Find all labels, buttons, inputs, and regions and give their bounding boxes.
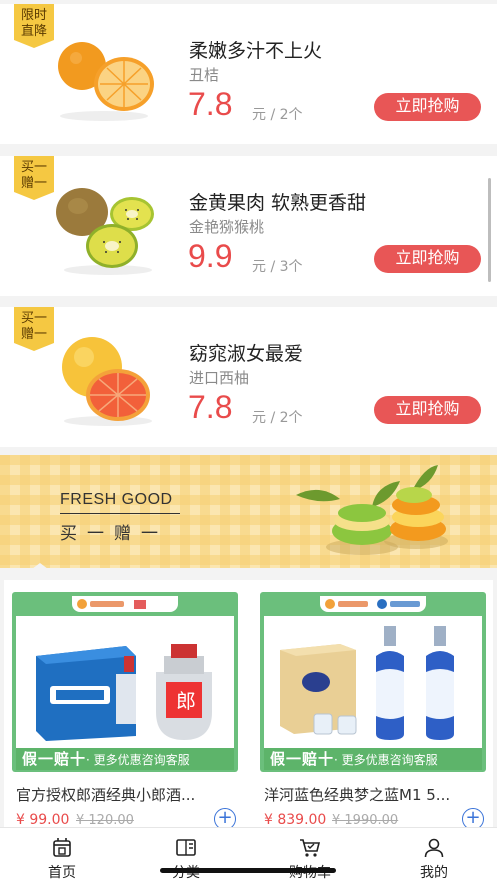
brand-logo bbox=[72, 596, 178, 612]
kiwi-icon bbox=[56, 188, 154, 275]
liquor-gift-set-illustration bbox=[280, 626, 454, 740]
promo-banner[interactable]: FRESH GOOD 买一赠一 bbox=[0, 455, 497, 568]
buy-now-button[interactable]: 立即抢购 bbox=[374, 245, 481, 273]
grid-original-price: ¥ 1990.00 bbox=[332, 813, 399, 828]
grid-product-card[interactable]: 郎 假一赔十· 更多优惠咨询客服 官方授权郎酒经典小郎酒... ¥ 99.00 … bbox=[12, 592, 238, 830]
orange-icon bbox=[58, 42, 154, 121]
product-title: 柔嫩多汁不上火 bbox=[189, 40, 323, 62]
category-icon bbox=[176, 839, 196, 856]
buy-now-button[interactable]: 立即抢购 bbox=[374, 93, 481, 121]
price-unit: 元 / 2个 bbox=[252, 410, 303, 426]
home-icon bbox=[53, 838, 71, 857]
banner-divider bbox=[60, 513, 180, 514]
liquor-box-illustration: 郎 bbox=[36, 644, 212, 741]
product-price: 9.9 bbox=[188, 238, 233, 274]
user-icon bbox=[424, 838, 444, 858]
product-title: 金黄果肉 软熟更香甜 bbox=[189, 192, 367, 214]
product-subtitle: 金艳猕猴桃 bbox=[189, 218, 265, 236]
banner-title-cn: 买一赠一 bbox=[60, 524, 168, 544]
product-subtitle: 进口西柚 bbox=[189, 369, 250, 387]
svg-text:郎: 郎 bbox=[176, 689, 196, 713]
product-title: 窈窕淑女最爱 bbox=[189, 343, 304, 365]
product-price: 7.8 bbox=[188, 389, 233, 425]
product-card[interactable]: 买一 赠一 窈窕淑女最爱 进口西柚 7.8 元 / 2个 立即抢购 bbox=[0, 307, 497, 447]
product-card[interactable]: 限时 直降 柔嫩多汁不上火 丑桔 7.8 元 / 2个 立即抢购 bbox=[0, 4, 497, 144]
product-image: 郎 假一赔十· 更多优惠咨询客服 bbox=[12, 592, 238, 772]
grapefruit-icon bbox=[62, 337, 152, 426]
grid-product-title: 官方授权郎酒经典小郎酒... bbox=[16, 786, 196, 804]
grid-original-price: ¥ 120.00 bbox=[76, 813, 134, 828]
badge-line-1: 买一 bbox=[20, 311, 47, 326]
badge-line-1: 限时 bbox=[20, 8, 47, 23]
grid-product-price: ¥ 839.00 bbox=[264, 812, 327, 828]
guarantee-tag: 假一赔十· 更多优惠咨询客服 bbox=[264, 748, 482, 770]
product-price: 7.8 bbox=[188, 86, 233, 122]
tab-label: 首页 bbox=[48, 865, 76, 881]
tab-category[interactable]: 分类 bbox=[156, 836, 216, 882]
cart-icon bbox=[300, 839, 321, 857]
price-unit: 元 / 2个 bbox=[252, 107, 303, 123]
product-image: 假一赔十· 更多优惠咨询客服 bbox=[260, 592, 486, 772]
price-unit: 元 / 3个 bbox=[252, 259, 303, 275]
gingham-pattern bbox=[0, 455, 497, 568]
grid-product-title: 洋河蓝色经典梦之蓝M1 5... bbox=[264, 786, 451, 804]
page: 限时 直降 柔嫩多汁不上火 丑桔 7.8 元 / 2个 立即抢购 买一 赠一 金… bbox=[0, 0, 497, 883]
grid-product-price: ¥ 99.00 bbox=[16, 812, 70, 828]
bottom-tab-bar: 首页 分类 购物车 我的 bbox=[0, 827, 497, 883]
scrollbar[interactable] bbox=[488, 178, 491, 282]
guarantee-tag: 假一赔十· 更多优惠咨询客服 bbox=[16, 748, 234, 770]
product-subtitle: 丑桔 bbox=[189, 66, 220, 84]
product-grid: 郎 假一赔十· 更多优惠咨询客服 官方授权郎酒经典小郎酒... ¥ 99.00 … bbox=[4, 580, 493, 830]
badge-line-1: 买一 bbox=[20, 160, 47, 175]
tab-profile[interactable]: 我的 bbox=[404, 836, 464, 882]
home-indicator bbox=[160, 868, 336, 873]
product-card[interactable]: 买一 赠一 金黄果肉 软熟更香甜 金艳猕猴桃 9.9 元 / 3个 立即抢购 bbox=[0, 156, 497, 296]
tab-cart[interactable]: 购物车 bbox=[280, 836, 340, 882]
banner-notch bbox=[32, 563, 48, 568]
grid-product-card[interactable]: 假一赔十· 更多优惠咨询客服 洋河蓝色经典梦之蓝M1 5... ¥ 839.00… bbox=[260, 592, 486, 830]
tab-home[interactable]: 首页 bbox=[32, 836, 92, 882]
banner-title-en: FRESH GOOD bbox=[60, 491, 173, 508]
tab-label: 我的 bbox=[420, 865, 448, 881]
brand-logo bbox=[320, 596, 426, 612]
buy-now-button[interactable]: 立即抢购 bbox=[374, 396, 481, 424]
